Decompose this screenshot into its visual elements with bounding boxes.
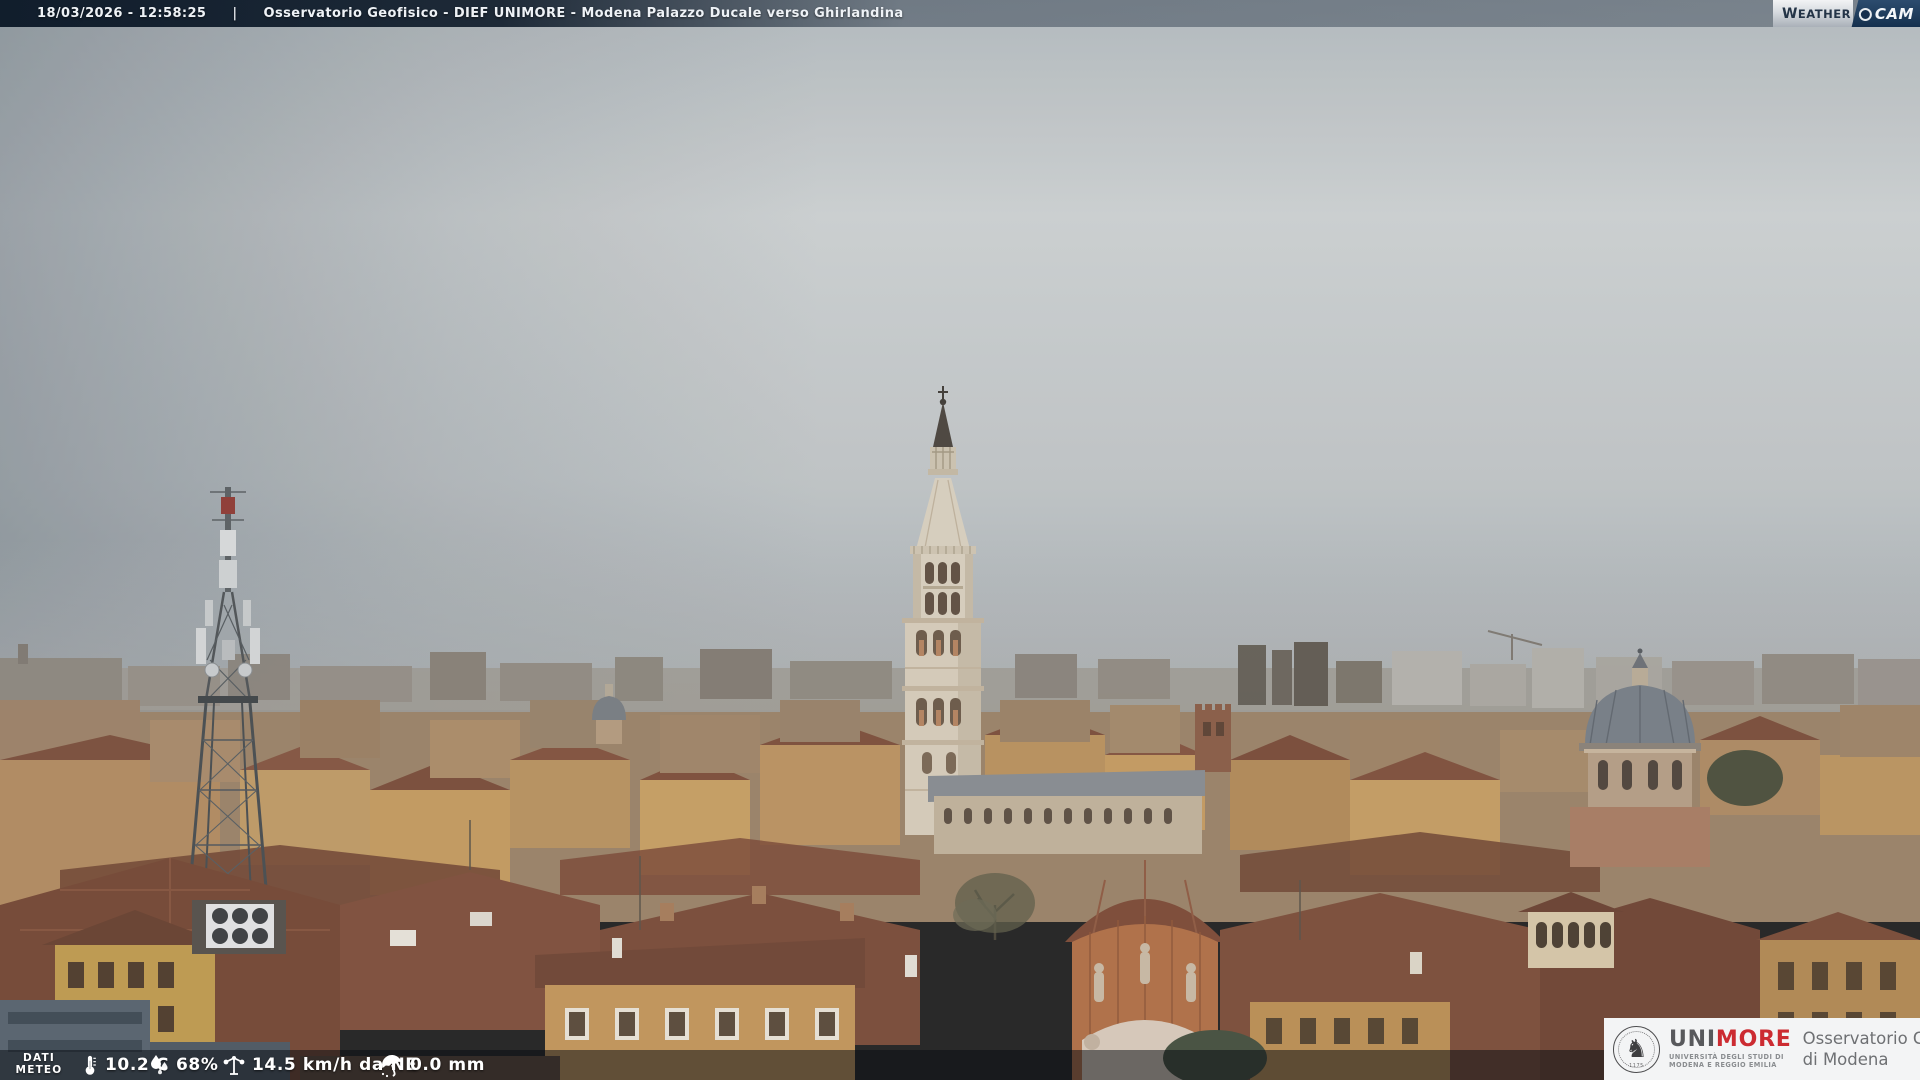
webcam-frame: 18/03/2026 - 12:58:25 | Osservatorio Geo… <box>0 0 1920 1080</box>
unimore-uni: UNI <box>1669 1027 1716 1052</box>
meteo-label: DATI METEO <box>15 1052 63 1076</box>
weathercam-weather-text: Weather <box>1781 5 1851 22</box>
webcam-photo <box>0 0 1920 1080</box>
unimore-more: MORE <box>1715 1027 1792 1052</box>
umbrella-icon <box>381 1055 402 1078</box>
timestamp: 18/03/2026 - 12:58:25 <box>37 6 207 21</box>
weathercam-cam-text: CAM <box>1874 4 1914 23</box>
atmosphere-haze <box>0 0 1920 1080</box>
camera-lens-icon <box>1858 7 1872 20</box>
camera-title: Osservatorio Geofisico - DIEF UNIMORE - … <box>263 6 904 21</box>
anemometer-icon <box>223 1056 245 1075</box>
separator: | <box>232 6 238 21</box>
observatory-name: Osservatorio Geofisico di Modena <box>1802 1029 1920 1069</box>
weathercam-logo: Weather CAM <box>1772 0 1920 27</box>
humidity-reading: 68% <box>147 1050 219 1080</box>
rain-reading: 0.0 mm <box>379 1050 485 1080</box>
rain-value: 0.0 mm <box>410 1055 486 1075</box>
unimore-seal-icon: ♞ 1175 <box>1613 1025 1660 1073</box>
humidity-drops-icon <box>151 1055 168 1075</box>
humidity-value: 68% <box>176 1055 219 1075</box>
unimore-logotype: UNIMORE UNIVERSITÀ DEGLI STUDI DI MODENA… <box>1669 1027 1792 1070</box>
thermometer-icon <box>85 1055 96 1075</box>
unimore-branding: ♞ 1175 UNIMORE UNIVERSITÀ DEGLI STUDI DI… <box>1604 1018 1920 1080</box>
title-bar: 18/03/2026 - 12:58:25 | Osservatorio Geo… <box>0 0 1920 27</box>
